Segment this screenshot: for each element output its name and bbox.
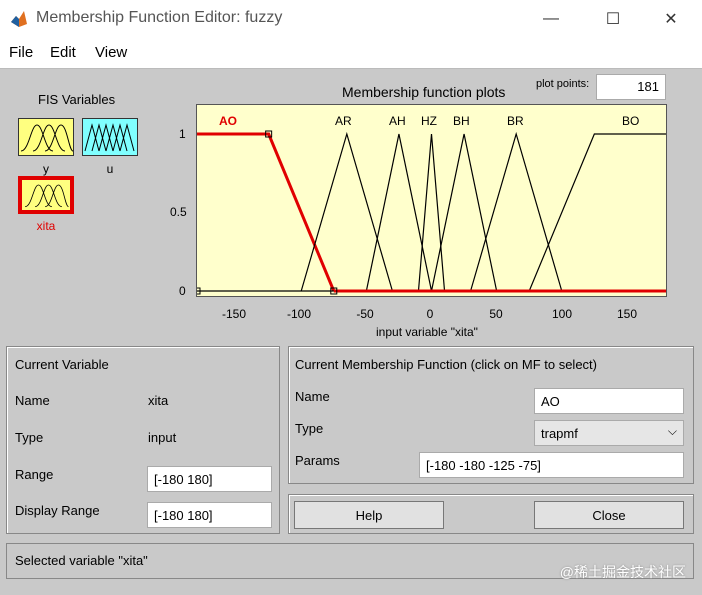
input-mf-icon [20, 124, 73, 152]
mf-label-br[interactable]: BR [507, 114, 524, 128]
mf-params-input[interactable]: [-180 -180 -125 -75] [419, 452, 684, 478]
xtick-label: -150 [221, 307, 247, 321]
output-variable-u-label: u [106, 162, 114, 176]
help-button[interactable]: Help [294, 501, 444, 529]
variable-name-value: xita [148, 393, 169, 408]
input-variable-y-label: y [43, 162, 49, 176]
mf-curve-hz[interactable] [417, 133, 446, 292]
minimize-button[interactable]: — [528, 6, 574, 32]
plot-points-label: plot points: [536, 78, 590, 90]
mf-plot-svg [193, 130, 666, 295]
mf-label-ar[interactable]: AR [335, 114, 352, 128]
display-range-label: Display Range [15, 503, 100, 518]
input-variable-xita[interactable] [18, 176, 74, 214]
mf-curve-bh[interactable] [430, 133, 498, 292]
matlab-icon [11, 11, 27, 27]
variable-name-label: Name [15, 393, 50, 408]
mf-label-ao[interactable]: AO [219, 114, 237, 128]
xtick-label: -100 [286, 307, 312, 321]
mf-type-select[interactable]: trapmf ⌵ [534, 420, 684, 446]
ytick-label: 0 [179, 284, 186, 298]
display-range-input[interactable]: [-180 180] [147, 502, 272, 528]
fis-variables-label: FIS Variables [38, 92, 116, 107]
xtick-label: -50 [356, 307, 374, 321]
xtick-label: 0 [426, 307, 434, 321]
mf-name-input[interactable]: AO [534, 388, 684, 414]
current-variable-header: Current Variable [15, 357, 109, 372]
range-input[interactable]: [-180 180] [147, 466, 272, 492]
output-mf-icon [84, 123, 135, 152]
input-mf-icon [25, 184, 69, 208]
ytick-label: 0.5 [170, 205, 187, 219]
xtick-label: 150 [616, 307, 638, 321]
close-button[interactable]: Close [534, 501, 684, 529]
mf-label-ah[interactable]: AH [389, 114, 406, 128]
input-variable-xita-label: xita [36, 219, 56, 233]
mf-type-value: trapmf [541, 426, 578, 441]
watermark: @稀土掘金技术社区 [559, 564, 686, 580]
menu-bar: File Edit View [0, 38, 702, 68]
plot-points-input[interactable]: 181 [596, 74, 666, 100]
mf-type-label: Type [295, 421, 324, 436]
menu-edit[interactable]: Edit [50, 44, 76, 61]
plot-title: Membership function plots [342, 84, 506, 100]
chevron-down-icon: ⌵ [667, 424, 677, 438]
status-text: Selected variable "xita" [15, 553, 148, 568]
maximize-button[interactable]: ☐ [590, 6, 636, 32]
current-mf-header: Current Membership Function (click on MF… [295, 357, 597, 372]
close-window-button[interactable]: ✕ [648, 6, 694, 32]
mf-curve-br[interactable] [470, 131, 563, 292]
ytick-label: 1 [179, 127, 186, 141]
mf-params-label: Params [295, 453, 340, 468]
membership-function-plot[interactable] [193, 104, 667, 297]
variable-type-label: Type [15, 430, 44, 445]
output-variable-u[interactable] [82, 118, 138, 156]
mf-curve-ah[interactable] [365, 133, 433, 292]
mf-curve-ar[interactable] [300, 131, 393, 292]
x-axis-label: input variable "xita" [376, 325, 478, 339]
input-variable-y[interactable] [18, 118, 74, 156]
xtick-label: 50 [489, 307, 503, 321]
range-label: Range [15, 467, 54, 482]
menu-file[interactable]: File [9, 44, 33, 61]
title-bar: Membership Function Editor: fuzzy — ☐ ✕ [0, 0, 702, 38]
mf-label-bh[interactable]: BH [453, 114, 470, 128]
window-title: Membership Function Editor: fuzzy [36, 9, 283, 26]
mf-curve-ao[interactable] [197, 132, 336, 292]
variable-type-value: input [148, 430, 177, 445]
menu-view[interactable]: View [95, 44, 127, 61]
mf-label-hz[interactable]: HZ [421, 114, 437, 128]
xtick-label: 100 [551, 307, 573, 321]
mf-curve-bo[interactable] [528, 133, 666, 292]
mf-name-label: Name [295, 389, 330, 404]
mf-label-bo[interactable]: BO [622, 114, 639, 128]
